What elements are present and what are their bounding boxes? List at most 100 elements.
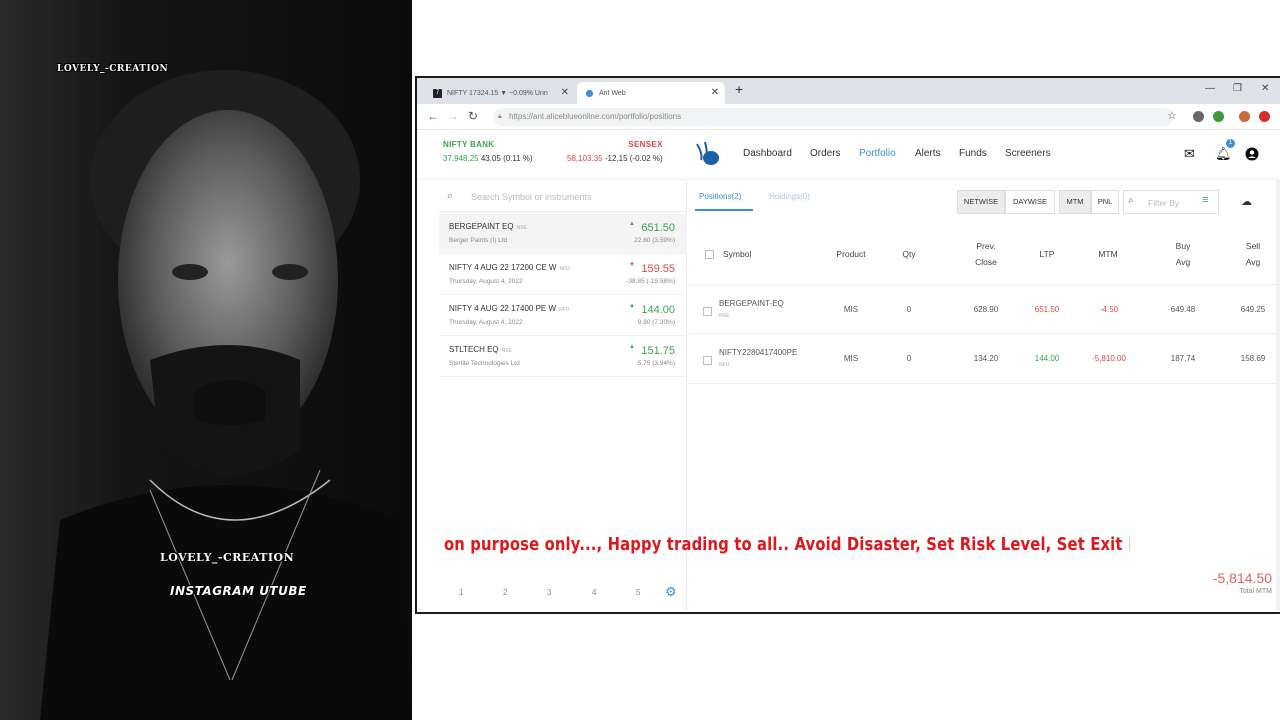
close-window-button[interactable]: ✕	[1261, 83, 1269, 94]
forward-arrow-icon[interactable]: →	[447, 109, 459, 123]
bell-icon[interactable]: 🔔︎	[1215, 146, 1232, 162]
filter-input[interactable]: Filter By	[1148, 198, 1179, 208]
page-2[interactable]: 2	[503, 588, 507, 597]
close-tab-icon[interactable]: ✕	[561, 87, 569, 98]
menu-alerts[interactable]: Alerts	[915, 148, 941, 159]
watchlist-item[interactable]: STLTECH EQ NSE Sterlite Technologies Ltd …	[439, 337, 687, 377]
app-header: NIFTY BANK 37,948.25 43.05 (0.11 %) SENS…	[417, 130, 1280, 180]
opera-extension-icon[interactable]	[1259, 111, 1270, 122]
profile-icon[interactable]	[1239, 111, 1250, 122]
index-value: 37,948.25	[443, 154, 479, 163]
account-icon[interactable]	[1245, 147, 1259, 161]
column-header-product: Product	[836, 249, 866, 259]
pnl-button[interactable]: PNL	[1091, 190, 1119, 214]
page-4[interactable]: 4	[592, 588, 596, 597]
total-mtm: -5,814.50 Total MTM	[1213, 570, 1272, 595]
tab-holdings[interactable]: Holdings(0)	[769, 192, 810, 201]
row-checkbox[interactable]	[703, 356, 712, 365]
menu-orders[interactable]: Orders	[810, 148, 841, 159]
column-header-prev-close: Prev. Close	[975, 241, 997, 267]
mtm-button[interactable]: MTM	[1059, 190, 1091, 214]
tab-label: NIFTY 17324.15 ▼ −0.09% Unn	[447, 89, 548, 97]
select-all-checkbox[interactable]	[705, 250, 714, 259]
scrollbar[interactable]	[1276, 180, 1280, 610]
ltp: 651.50	[1034, 305, 1060, 314]
new-tab-button[interactable]: +	[735, 81, 743, 97]
column-header-qty: Qty	[902, 249, 916, 259]
tab-bar: 7 NIFTY 17324.15 ▼ −0.09% Unn ✕ Ant Web …	[417, 78, 1280, 104]
extension-icon[interactable]	[1193, 111, 1204, 122]
change: 22.60 (3.59%)	[634, 237, 675, 244]
ant-favicon-icon	[585, 89, 594, 97]
column-header-ltp: LTP	[1039, 249, 1055, 259]
minimize-button[interactable]: —	[1205, 83, 1215, 94]
search-icon: ⌕	[1128, 195, 1134, 206]
exchange: NSE	[501, 348, 512, 354]
column-header-symbol: Symbol	[723, 249, 752, 259]
tab-label: Ant Web	[599, 89, 626, 97]
filter-icon[interactable]: ≡	[1202, 194, 1208, 206]
watchlist-item[interactable]: BERGEPAINT EQ NSE Berger Paints (I) Ltd ▲…	[439, 214, 687, 254]
watermark-subtitle: INSTAGRAM UTUBE	[170, 584, 307, 598]
browser-tab-nifty[interactable]: 7 NIFTY 17324.15 ▼ −0.09% Unn ✕	[425, 82, 575, 104]
netwise-button[interactable]: NETWISE	[957, 190, 1005, 214]
expiry-date: Thursday, August 4, 2022	[449, 278, 523, 285]
position-symbol: BERGEPAINT-EQ	[719, 299, 784, 308]
prev-close: 628.90	[973, 305, 999, 314]
tab-positions[interactable]: Positions(2)	[699, 192, 741, 201]
back-arrow-icon[interactable]: ←	[427, 109, 439, 123]
buy-avg: 187.74	[1170, 354, 1196, 363]
watchlist-item[interactable]: NIFTY 4 AUG 22 17200 CE W NFO Thursday, A…	[439, 255, 687, 295]
menu-funds[interactable]: Funds	[959, 148, 987, 159]
watermark-top: LOVELY_-CREATION	[57, 64, 169, 74]
reload-icon[interactable]: ↻	[468, 109, 478, 123]
screen: LOVELY_-CREATION LOVELY_-CREATION INSTAG…	[0, 0, 1280, 720]
ant-logo-icon[interactable]	[695, 140, 723, 168]
page-3[interactable]: 3	[547, 588, 551, 597]
page-1[interactable]: 1	[459, 588, 463, 597]
mtm: -5,810.00	[1092, 354, 1126, 363]
table-row[interactable]: NIFTY2280417400PE NFO MIS 0 134.20 144.0…	[689, 334, 1280, 384]
watchlist-search[interactable]: ⌕ Search Symbol or instruments	[439, 182, 687, 212]
filter-box[interactable]: ⌕ Filter By ≡	[1123, 190, 1219, 214]
menu-screeners[interactable]: Screeners	[1005, 148, 1051, 159]
watermark-middle: LOVELY_-CREATION	[160, 551, 295, 564]
search-input[interactable]: Search Symbol or instruments	[471, 192, 592, 202]
position-exchange: NFO	[719, 362, 730, 368]
exchange: NFO	[559, 266, 571, 272]
bookmark-star-icon[interactable]: ☆	[1167, 109, 1177, 122]
index-sensex[interactable]: SENSEX 58,103.35 -12.15 (-0.02 %)	[567, 140, 663, 163]
index-nifty-bank[interactable]: NIFTY BANK 37,948.25 43.05 (0.11 %)	[443, 140, 533, 163]
total-mtm-value: -5,814.50	[1212, 570, 1272, 586]
table-row[interactable]: BERGEPAINT-EQ NSE MIS 0 628.90 651.50 -4…	[689, 284, 1280, 334]
page-5[interactable]: 5	[636, 588, 640, 597]
close-tab-icon[interactable]: ✕	[711, 87, 719, 98]
product: MIS	[843, 305, 859, 314]
extension-icon[interactable]	[1213, 111, 1224, 122]
price: 651.50	[641, 222, 675, 234]
column-header-buy-avg: Buy Avg	[1175, 241, 1191, 267]
url-field[interactable]: 🔒︎ https://ant.aliceblueonline.com/portf…	[493, 108, 1173, 126]
mail-icon[interactable]: ✉	[1184, 146, 1195, 162]
index-value-line: 37,948.25 43.05 (0.11 %)	[443, 154, 533, 163]
menu-dashboard[interactable]: Dashboard	[743, 148, 792, 159]
instrument-name: Sterlite Technologies Ltd	[449, 360, 520, 367]
active-tab-underline	[695, 209, 753, 211]
daywise-button[interactable]: DAYWISE	[1005, 190, 1055, 214]
row-checkbox[interactable]	[703, 307, 712, 316]
symbol: NIFTY 4 AUG 22 17200 CE W	[449, 263, 557, 272]
position-symbol: NIFTY2280417400PE	[719, 348, 798, 357]
watchlist-item[interactable]: NIFTY 4 AUG 22 17400 PE W NFO Thursday, A…	[439, 296, 687, 336]
ltp: 144.00	[1034, 354, 1060, 363]
price: 159.55	[641, 263, 675, 275]
position-exchange: NSE	[719, 313, 730, 319]
menu-portfolio[interactable]: Portfolio	[859, 148, 896, 159]
download-cloud-icon[interactable]: ☁	[1241, 195, 1252, 208]
index-value-line: 58,103.35 -12.15 (-0.02 %)	[567, 154, 663, 163]
gear-icon[interactable]: ⚙	[665, 584, 677, 600]
chart-favicon-icon: 7	[433, 88, 442, 98]
sell-avg: 649.25	[1240, 305, 1266, 314]
up-arrow-icon: ▲	[629, 344, 635, 350]
maximize-button[interactable]: ❐	[1233, 83, 1242, 94]
browser-tab-ant-web[interactable]: Ant Web ✕	[577, 82, 725, 104]
